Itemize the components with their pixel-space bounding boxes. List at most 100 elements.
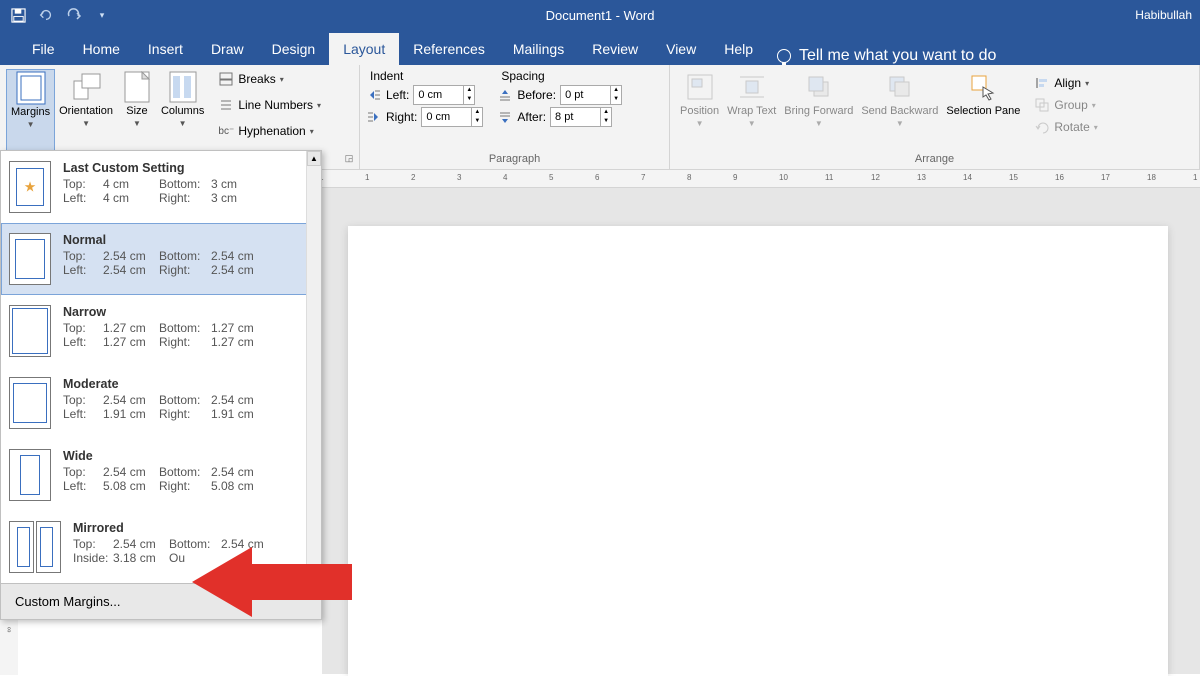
spin-up-icon[interactable]: ▲	[463, 86, 474, 95]
margin-option-normal[interactable]: NormalTop:2.54 cmBottom:2.54 cmLeft:2.54…	[1, 223, 321, 295]
size-icon	[121, 71, 153, 103]
align-icon	[1034, 75, 1050, 91]
position-icon	[684, 71, 716, 103]
tab-review[interactable]: Review	[578, 33, 652, 65]
qat-customize-icon[interactable]: ▾	[94, 7, 110, 23]
margin-name: Moderate	[63, 377, 263, 391]
dialog-launcher-icon[interactable]: ◲	[343, 153, 355, 165]
tab-layout[interactable]: Layout	[329, 33, 399, 65]
chevron-down-icon: ▾	[317, 101, 321, 110]
tab-home[interactable]: Home	[69, 33, 134, 65]
breaks-icon	[218, 71, 234, 87]
tab-draw[interactable]: Draw	[197, 33, 258, 65]
columns-icon	[167, 71, 199, 103]
margins-button[interactable]: Margins ▼	[6, 69, 55, 161]
tell-me-search[interactable]: Tell me what you want to do	[777, 47, 996, 65]
selection-pane-icon	[967, 71, 999, 103]
tab-insert[interactable]: Insert	[134, 33, 197, 65]
size-label: Size	[126, 105, 147, 117]
margin-option-last-custom-setting[interactable]: Last Custom SettingTop:4 cmBottom:3 cmLe…	[1, 151, 321, 223]
tab-references[interactable]: References	[399, 33, 499, 65]
scroll-up-icon[interactable]: ▲	[307, 151, 321, 166]
chevron-down-icon: ▼	[82, 119, 90, 128]
columns-label: Columns	[161, 105, 204, 117]
line-numbers-button[interactable]: Line Numbers ▾	[214, 95, 325, 115]
margin-preview-icon	[9, 521, 61, 573]
spin-down-icon[interactable]: ▼	[463, 95, 474, 104]
spacing-heading: Spacing	[497, 69, 622, 83]
margin-option-wide[interactable]: WideTop:2.54 cmBottom:2.54 cmLeft:5.08 c…	[1, 439, 321, 511]
margin-option-moderate[interactable]: ModerateTop:2.54 cmBottom:2.54 cmLeft:1.…	[1, 367, 321, 439]
spin-up-icon[interactable]: ▲	[600, 108, 611, 117]
spin-up-icon[interactable]: ▲	[610, 86, 621, 95]
scrollbar[interactable]: ▲ ▼	[306, 151, 321, 583]
redo-icon[interactable]	[66, 7, 82, 23]
indent-left-icon	[366, 87, 382, 103]
ribbon-tabs: File Home Insert Draw Design Layout Refe…	[0, 30, 1200, 65]
margin-preview-icon	[9, 233, 51, 285]
tab-view[interactable]: View	[652, 33, 710, 65]
user-name: Habibullah	[1135, 8, 1192, 22]
quick-access-toolbar: ▾	[0, 7, 110, 23]
breaks-button[interactable]: Breaks ▾	[214, 69, 325, 89]
margin-preview-icon	[9, 161, 51, 213]
tab-design[interactable]: Design	[258, 33, 330, 65]
indent-right-input[interactable]: ▲▼	[421, 107, 483, 127]
document-title: Document1 - Word	[546, 8, 655, 23]
indent-left-input[interactable]: ▲▼	[413, 85, 475, 105]
selection-pane-button[interactable]: Selection Pane	[942, 69, 1024, 149]
rotate-icon	[1034, 119, 1050, 135]
horizontal-ruler[interactable]: 11234567891011121314151617181	[322, 170, 1200, 188]
hyphenation-button[interactable]: bc⁻ Hyphenation ▾	[214, 121, 325, 141]
group-button: Group▾	[1030, 95, 1101, 115]
margin-name: Wide	[63, 449, 263, 463]
orientation-icon	[70, 71, 102, 103]
align-button[interactable]: Align▾	[1030, 73, 1101, 93]
wrap-text-icon	[736, 71, 768, 103]
title-bar: ▾ Document1 - Word Habibullah	[0, 0, 1200, 30]
position-button: Position▼	[676, 69, 723, 149]
margin-name: Narrow	[63, 305, 263, 319]
chevron-down-icon: ▾	[280, 75, 284, 84]
spacing-before-icon	[497, 87, 513, 103]
margin-option-narrow[interactable]: NarrowTop:1.27 cmBottom:1.27 cmLeft:1.27…	[1, 295, 321, 367]
document-page[interactable]	[348, 226, 1168, 676]
orientation-button[interactable]: Orientation ▼	[55, 69, 117, 161]
margins-icon	[15, 72, 47, 104]
columns-button[interactable]: Columns ▼	[157, 69, 208, 161]
chevron-down-icon: ▼	[179, 119, 187, 128]
spin-down-icon[interactable]: ▼	[471, 117, 482, 126]
tab-mailings[interactable]: Mailings	[499, 33, 578, 65]
spacing-before-input[interactable]: ▲▼	[560, 85, 622, 105]
spacing-after-icon	[497, 109, 513, 125]
arrange-group-label: Arrange	[670, 153, 1199, 169]
margin-name: Normal	[63, 233, 263, 247]
chevron-down-icon: ▼	[27, 120, 35, 129]
annotation-arrow	[182, 522, 362, 622]
document-area[interactable]	[322, 188, 1200, 674]
margin-preview-icon	[9, 449, 51, 501]
hyphenation-icon: bc⁻	[218, 123, 234, 139]
tab-help[interactable]: Help	[710, 33, 767, 65]
orientation-label: Orientation	[59, 105, 113, 117]
margin-preview-icon	[9, 305, 51, 357]
indent-right-icon	[366, 109, 382, 125]
rotate-button: Rotate▾	[1030, 117, 1101, 137]
undo-icon[interactable]	[38, 7, 54, 23]
spin-down-icon[interactable]: ▼	[600, 117, 611, 126]
margin-preview-icon	[9, 377, 51, 429]
chevron-down-icon: ▼	[133, 119, 141, 128]
spin-down-icon[interactable]: ▼	[610, 95, 621, 104]
tell-me-label: Tell me what you want to do	[799, 47, 996, 65]
send-backward-button: Send Backward▼	[857, 69, 942, 149]
spin-up-icon[interactable]: ▲	[471, 108, 482, 117]
bring-forward-icon	[803, 71, 835, 103]
spacing-after-input[interactable]: ▲▼	[550, 107, 612, 127]
tab-file[interactable]: File	[18, 33, 69, 65]
lightbulb-icon	[777, 49, 791, 63]
size-button[interactable]: Size ▼	[117, 69, 157, 161]
group-icon	[1034, 97, 1050, 113]
indent-heading: Indent	[366, 69, 483, 83]
save-icon[interactable]	[10, 7, 26, 23]
margin-name: Last Custom Setting	[63, 161, 263, 175]
